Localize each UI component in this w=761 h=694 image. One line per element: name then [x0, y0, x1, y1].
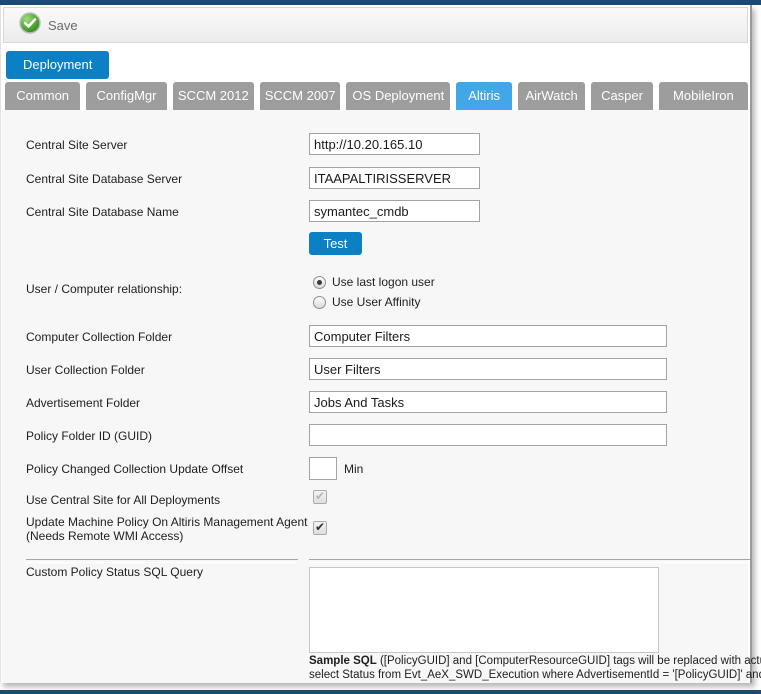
- custom-policy-sql-textarea[interactable]: [309, 567, 659, 653]
- central-site-database-name-label: Central Site Database Name: [26, 205, 308, 219]
- policy-folder-id-label: Policy Folder ID (GUID): [26, 429, 308, 443]
- primary-tab-row: Deployment: [6, 51, 109, 79]
- divider-right: [309, 559, 750, 563]
- tab-airwatch[interactable]: AirWatch: [518, 82, 585, 110]
- tab-configmgr[interactable]: ConfigMgr: [86, 82, 166, 110]
- form-content: Central Site Server Central Site Databas…: [2, 110, 748, 683]
- policy-changed-offset-label: Policy Changed Collection Update Offset: [26, 462, 308, 476]
- save-button-label: Save: [48, 18, 78, 33]
- sub-tab-row: Common ConfigMgr SCCM 2012 SCCM 2007 OS …: [5, 82, 748, 110]
- policy-changed-offset-input[interactable]: [309, 457, 337, 480]
- advertisement-folder-input[interactable]: [309, 391, 667, 413]
- radio-use-last-logon-user-label: Use last logon user: [332, 275, 435, 289]
- radio-selected-icon: [313, 276, 326, 289]
- central-site-database-server-input[interactable]: [309, 167, 480, 189]
- radio-use-user-affinity-label: Use User Affinity: [332, 295, 420, 309]
- central-site-server-input[interactable]: [309, 133, 480, 155]
- sample-sql-line2: select Status from Evt_AeX_SWD_Execution…: [309, 669, 761, 681]
- toolbar: Save: [3, 7, 748, 43]
- save-button[interactable]: Save: [13, 10, 84, 41]
- checkmark-icon: ✔: [315, 489, 325, 503]
- update-machine-policy-label: Update Machine Policy On Altiris Managem…: [26, 515, 308, 543]
- tab-altiris[interactable]: Altiris: [456, 82, 512, 110]
- tab-common[interactable]: Common: [5, 82, 80, 110]
- update-machine-policy-checkbox[interactable]: ✔: [313, 521, 327, 535]
- checkmark-icon: ✔: [315, 520, 325, 534]
- policy-changed-offset-unit: Min: [344, 462, 363, 476]
- tab-mobileiron[interactable]: MobileIron: [659, 82, 748, 110]
- central-site-database-server-label: Central Site Database Server: [26, 172, 308, 186]
- advertisement-folder-label: Advertisement Folder: [26, 396, 308, 410]
- use-central-site-label: Use Central Site for All Deployments: [26, 493, 308, 507]
- sample-sql-bold: Sample SQL: [309, 655, 377, 667]
- divider-left: [26, 559, 298, 563]
- policy-folder-id-input[interactable]: [309, 424, 667, 446]
- computer-collection-folder-input[interactable]: [309, 325, 667, 347]
- test-button[interactable]: Test: [309, 232, 362, 255]
- tab-sccm-2012[interactable]: SCCM 2012: [173, 82, 254, 110]
- use-central-site-checkbox: ✔: [313, 490, 327, 504]
- tab-deployment[interactable]: Deployment: [6, 51, 109, 79]
- save-check-icon: [19, 12, 41, 39]
- radio-use-last-logon-user[interactable]: Use last logon user: [313, 275, 435, 289]
- radio-use-user-affinity[interactable]: Use User Affinity: [313, 295, 420, 309]
- custom-policy-sql-label: Custom Policy Status SQL Query: [26, 565, 308, 579]
- window-bottom-border: [0, 690, 761, 694]
- sample-sql-line1: Sample SQL ([PolicyGUID] and [ComputerRe…: [309, 655, 761, 667]
- tab-sccm-2007[interactable]: SCCM 2007: [260, 82, 340, 110]
- central-site-database-name-input[interactable]: [309, 200, 480, 222]
- user-collection-folder-input[interactable]: [309, 358, 667, 380]
- settings-window: Save Deployment Common ConfigMgr SCCM 20…: [0, 5, 752, 683]
- sample-sql-line1-text: ([PolicyGUID] and [ComputerResourceGUID]…: [377, 655, 761, 667]
- tab-os-deployment[interactable]: OS Deployment: [346, 82, 450, 110]
- user-computer-relationship-label: User / Computer relationship:: [26, 282, 308, 296]
- radio-unselected-icon: [313, 296, 326, 309]
- central-site-server-label: Central Site Server: [26, 138, 308, 152]
- user-collection-folder-label: User Collection Folder: [26, 363, 308, 377]
- computer-collection-folder-label: Computer Collection Folder: [26, 330, 308, 344]
- tab-casper[interactable]: Casper: [591, 82, 652, 110]
